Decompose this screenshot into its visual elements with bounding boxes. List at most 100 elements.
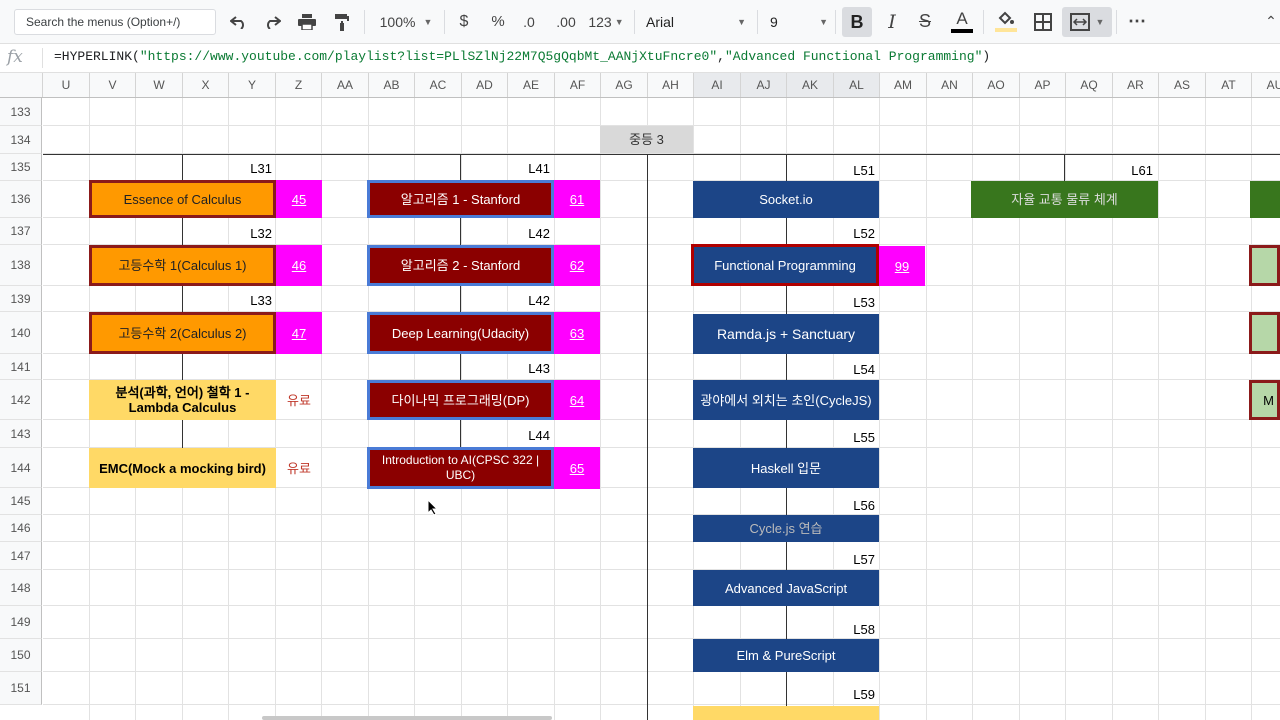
row-header[interactable]: 135 xyxy=(0,154,42,181)
row-header[interactable]: 143 xyxy=(0,420,42,448)
playlist-link[interactable]: 65 xyxy=(554,447,600,489)
more-icon[interactable]: ⋯ xyxy=(1124,0,1150,43)
course-cell-selected[interactable]: Functional Programming xyxy=(691,244,879,286)
print-icon[interactable] xyxy=(294,0,320,43)
column-header[interactable]: V xyxy=(90,73,136,97)
bold-button[interactable]: B xyxy=(842,7,872,37)
course-cell-partial[interactable]: M xyxy=(1249,380,1280,420)
row-header[interactable]: 142 xyxy=(0,380,42,420)
zoom-select[interactable]: 100% ▼ xyxy=(376,0,436,43)
collapse-chevron-icon[interactable]: ⌃ xyxy=(1262,0,1280,43)
playlist-link[interactable]: 47 xyxy=(276,312,322,354)
column-header[interactable]: Y xyxy=(229,73,276,97)
course-cell[interactable]: Haskell 입문 xyxy=(693,448,879,488)
row-header[interactable]: 133 xyxy=(0,98,42,126)
row-header[interactable]: 147 xyxy=(0,542,42,570)
row-header[interactable]: 139 xyxy=(0,286,42,312)
course-cell[interactable]: Advanced JavaScript xyxy=(693,570,879,606)
column-header[interactable]: AF xyxy=(555,73,601,97)
course-cell[interactable]: Ramda.js + Sanctuary xyxy=(693,314,879,354)
column-header[interactable]: AR xyxy=(1113,73,1159,97)
column-header[interactable]: AB xyxy=(369,73,415,97)
playlist-link[interactable]: 64 xyxy=(554,380,600,420)
currency-format-button[interactable]: $ xyxy=(452,0,476,43)
row-header[interactable]: 136 xyxy=(0,181,42,218)
column-header[interactable]: AK xyxy=(787,73,834,97)
decrease-decimal-button[interactable]: .0 xyxy=(517,0,541,43)
redo-icon[interactable] xyxy=(259,0,285,43)
course-cell[interactable]: 분석(과학, 언어) 철학 1 - Lambda Calculus xyxy=(89,380,276,420)
playlist-link[interactable]: 63 xyxy=(554,312,600,354)
row-header[interactable]: 148 xyxy=(0,570,42,606)
course-cell-partial[interactable] xyxy=(1250,181,1280,218)
playlist-link[interactable]: 99 xyxy=(879,246,925,286)
column-header[interactable]: AH xyxy=(648,73,694,97)
column-header[interactable]: AA xyxy=(322,73,369,97)
fill-color-button[interactable] xyxy=(992,0,1020,43)
column-header[interactable]: AI xyxy=(694,73,741,97)
row-header[interactable]: 138 xyxy=(0,245,42,286)
course-cell[interactable]: 고등수학 2(Calculus 2) xyxy=(89,312,276,354)
column-header[interactable]: AD xyxy=(462,73,508,97)
course-cell[interactable]: Socket.io xyxy=(693,181,879,218)
font-size-select[interactable]: 9 ▼ xyxy=(770,0,828,43)
column-header[interactable]: AU xyxy=(1252,73,1280,97)
column-header[interactable]: AC xyxy=(415,73,462,97)
course-cell[interactable]: 알고리즘 1 - Stanford xyxy=(367,180,554,218)
course-cell[interactable]: 고등수학 1(Calculus 1) xyxy=(89,245,276,286)
column-header[interactable]: AO xyxy=(973,73,1020,97)
playlist-link[interactable]: 61 xyxy=(554,180,600,218)
course-cell[interactable] xyxy=(693,706,879,720)
more-formats-select[interactable]: 123 ▼ xyxy=(586,0,626,43)
column-header[interactable]: AL xyxy=(834,73,880,97)
course-cell[interactable]: EMC(Mock a mocking bird) xyxy=(89,448,276,488)
formula-input[interactable]: =HYPERLINK("https://www.youtube.com/play… xyxy=(54,49,990,64)
column-header[interactable]: U xyxy=(43,73,90,97)
column-header[interactable]: Z xyxy=(276,73,322,97)
playlist-link[interactable]: 62 xyxy=(554,245,600,286)
undo-icon[interactable] xyxy=(226,0,252,43)
playlist-link[interactable]: 45 xyxy=(276,180,322,218)
column-header[interactable]: W xyxy=(136,73,183,97)
course-cell[interactable]: Essence of Calculus xyxy=(89,180,276,218)
horizontal-scrollbar[interactable] xyxy=(262,716,552,720)
row-header[interactable]: 150 xyxy=(0,639,42,672)
course-cell[interactable]: 알고리즘 2 - Stanford xyxy=(367,245,554,286)
paint-format-icon[interactable] xyxy=(329,0,355,43)
select-all-corner[interactable] xyxy=(0,73,43,97)
row-header[interactable]: 134 xyxy=(0,126,42,154)
course-cell[interactable]: Elm & PureScript xyxy=(693,639,879,672)
course-cell[interactable]: 광야에서 외치는 초인(CycleJS) xyxy=(693,380,879,420)
column-header[interactable]: AJ xyxy=(741,73,787,97)
font-family-select[interactable]: Arial ▼ xyxy=(646,0,746,43)
column-header[interactable]: AS xyxy=(1159,73,1206,97)
course-cell[interactable]: Introduction to AI(CPSC 322 | UBC) xyxy=(367,447,554,489)
menu-search-input[interactable]: Search the menus (Option+/) xyxy=(14,9,216,35)
course-cell[interactable]: 다이나믹 프로그래밍(DP) xyxy=(367,380,554,420)
course-cell[interactable]: Cycle.js 연습 xyxy=(693,515,879,542)
column-header[interactable]: AG xyxy=(601,73,648,97)
strikethrough-button[interactable]: S xyxy=(913,0,937,43)
column-header[interactable]: AT xyxy=(1206,73,1252,97)
playlist-link[interactable]: 46 xyxy=(276,245,322,286)
course-cell-partial[interactable] xyxy=(1249,245,1280,286)
row-header[interactable]: 144 xyxy=(0,448,42,488)
row-header[interactable]: 149 xyxy=(0,606,42,639)
italic-button[interactable]: I xyxy=(880,0,904,43)
merge-cells-button[interactable]: ▼ xyxy=(1062,7,1112,37)
column-header[interactable]: AP xyxy=(1020,73,1066,97)
course-cell[interactable]: Deep Learning(Udacity) xyxy=(367,312,554,354)
column-header[interactable]: AN xyxy=(927,73,973,97)
row-header[interactable]: 145 xyxy=(0,488,42,515)
course-cell[interactable]: 자율 교통 물류 체계 xyxy=(971,181,1158,218)
section-header-cell[interactable]: 중등 3 xyxy=(600,126,693,153)
increase-decimal-button[interactable]: .00 xyxy=(552,0,580,43)
course-cell-partial[interactable] xyxy=(1249,312,1280,354)
row-header[interactable]: 141 xyxy=(0,354,42,380)
row-header[interactable]: 137 xyxy=(0,218,42,245)
row-header[interactable]: 140 xyxy=(0,312,42,354)
text-color-button[interactable]: A xyxy=(948,0,976,43)
column-header[interactable]: AM xyxy=(880,73,927,97)
borders-icon[interactable] xyxy=(1030,0,1056,43)
column-header[interactable]: AQ xyxy=(1066,73,1113,97)
